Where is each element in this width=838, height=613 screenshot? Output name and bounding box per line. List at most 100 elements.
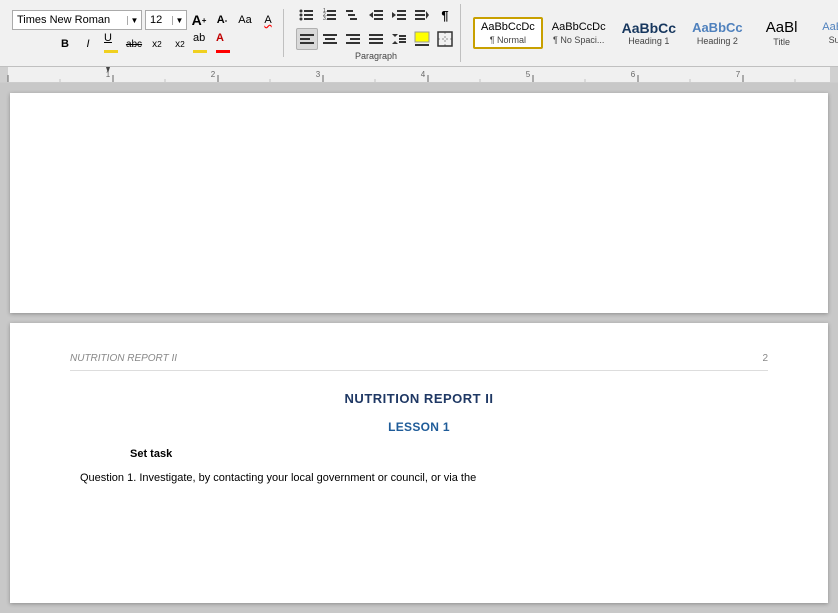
clear-format-label: A (264, 14, 271, 26)
style-subtitle-label: Subtitle (829, 35, 838, 45)
grow-font-label: A (192, 12, 202, 28)
underline-button[interactable]: U (100, 33, 122, 55)
style-nospace[interactable]: AaBbCcDc ¶ No Spaci... (545, 18, 613, 47)
clear-formatting-button[interactable]: A (257, 9, 279, 31)
highlight-button[interactable]: ab (192, 33, 214, 55)
shading-icon (414, 31, 430, 47)
justify-button[interactable] (365, 28, 387, 50)
svg-text:6: 6 (631, 70, 636, 79)
shading-button[interactable] (411, 28, 433, 50)
highlight-icon: ab (193, 32, 213, 56)
style-h2-label: Heading 2 (697, 36, 738, 46)
multilevel-icon (345, 7, 361, 23)
page-number: 2 (762, 353, 768, 364)
font-name-display: Times New Roman (13, 14, 127, 26)
sort-icon (414, 7, 430, 23)
body-text[interactable]: Question 1. Investigate, by contacting y… (80, 470, 758, 487)
svg-text:7: 7 (736, 70, 741, 79)
paragraph-row2 (296, 28, 456, 50)
style-nospace-label: ¶ No Spaci... (553, 35, 604, 45)
font-size-arrow: ▼ (172, 16, 186, 25)
svg-text:4: 4 (421, 70, 426, 79)
style-normal-preview: AaBbCcDc (481, 21, 535, 34)
document-title: NUTRITION REPORT II (70, 391, 768, 406)
increase-indent-icon (391, 7, 407, 23)
font-color-bar (216, 50, 230, 53)
paragraph-row1: 1. 2. 3. (296, 4, 456, 26)
multilevel-list-button[interactable] (342, 4, 364, 26)
style-heading2[interactable]: AaBbCc Heading 2 (685, 17, 750, 49)
paragraph-group-label: Paragraph (355, 50, 397, 62)
increase-indent-button[interactable] (388, 4, 410, 26)
font-controls-row: Times New Roman ▼ 12 ▼ A + A - (12, 9, 279, 31)
line-spacing-icon (391, 31, 407, 47)
page-1 (10, 93, 828, 313)
line-spacing-button[interactable] (388, 28, 410, 50)
change-case-label: Aa (238, 14, 251, 26)
font-name-arrow: ▼ (127, 16, 141, 25)
numbering-button[interactable]: 1. 2. 3. (319, 4, 341, 26)
border-icon (437, 31, 453, 47)
change-case-button[interactable]: Aa (234, 9, 256, 31)
font-color-button[interactable]: A (215, 33, 237, 55)
show-formatting-button[interactable]: ¶ (434, 4, 456, 26)
strikethrough-button[interactable]: abc (123, 33, 145, 55)
subscript-button[interactable]: x2 (146, 33, 168, 55)
shrink-indicator: - (225, 16, 228, 25)
style-title[interactable]: AaBl Title (752, 16, 812, 50)
font-color-icon: A (216, 32, 236, 56)
sort-button[interactable] (411, 4, 433, 26)
bullets-icon (299, 7, 315, 23)
style-subtitle[interactable]: AaBbCcl Subtitle (814, 18, 838, 47)
page-header-title: NUTRITION REPORT II (70, 353, 177, 364)
font-name-combo[interactable]: Times New Roman ▼ (12, 10, 142, 30)
style-h2-preview: AaBbCc (692, 20, 743, 36)
shrink-font-label: A (217, 14, 225, 26)
italic-button[interactable]: I (77, 33, 99, 55)
grow-font-button[interactable]: A + (188, 9, 210, 31)
document-area: NUTRITION REPORT II 2 NUTRITION REPORT I… (0, 83, 838, 613)
font-size-combo[interactable]: 12 ▼ (145, 10, 187, 30)
highlight-color-bar (193, 50, 207, 53)
toolbar: Times New Roman ▼ 12 ▼ A + A - (0, 0, 838, 67)
lesson-title: LESSON 1 (70, 420, 768, 434)
font-format-row: B I U abc x2 x2 ab (54, 33, 237, 55)
align-right-button[interactable] (342, 28, 364, 50)
ruler-markings: 1 2 3 4 5 6 7 (0, 67, 838, 83)
bullets-button[interactable] (296, 4, 318, 26)
set-task-label: Set task (130, 448, 768, 460)
grow-indicator: + (202, 16, 207, 25)
shrink-font-button[interactable]: A - (211, 9, 233, 31)
bold-button[interactable]: B (54, 33, 76, 55)
toolbar-row1: Times New Roman ▼ 12 ▼ A + A - (4, 2, 834, 64)
svg-text:5: 5 (526, 70, 531, 79)
border-button[interactable] (434, 28, 456, 50)
align-left-icon (299, 31, 315, 47)
superscript-button[interactable]: x2 (169, 33, 191, 55)
ruler: 1 2 3 4 5 6 7 (0, 67, 838, 83)
numbering-icon: 1. 2. 3. (322, 7, 338, 23)
decrease-indent-button[interactable] (365, 4, 387, 26)
style-normal-label: ¶ Normal (490, 35, 526, 45)
style-normal[interactable]: AaBbCcDc ¶ Normal (473, 17, 543, 48)
decrease-indent-icon (368, 7, 384, 23)
page-2[interactable]: NUTRITION REPORT II 2 NUTRITION REPORT I… (10, 323, 828, 603)
style-h1-label: Heading 1 (628, 36, 669, 46)
align-center-icon (322, 31, 338, 47)
style-title-label: Title (773, 37, 790, 47)
style-subtitle-preview: AaBbCcl (822, 21, 838, 34)
justify-icon (368, 31, 384, 47)
align-left-button[interactable] (296, 28, 318, 50)
style-title-preview: AaBl (766, 19, 798, 37)
align-center-button[interactable] (319, 28, 341, 50)
styles-section: AaBbCcDc ¶ Normal AaBbCcDc ¶ No Spaci...… (469, 16, 838, 50)
underline-color-bar (104, 50, 118, 53)
underline-icon: U (104, 32, 118, 56)
font-section: Times New Roman ▼ 12 ▼ A + A - (8, 9, 284, 57)
style-heading1[interactable]: AaBbCc Heading 1 (615, 17, 683, 50)
svg-text:3.: 3. (323, 16, 327, 22)
style-nospace-preview: AaBbCcDc (552, 21, 606, 34)
paragraph-section: 1. 2. 3. (292, 4, 461, 62)
svg-text:2: 2 (211, 70, 216, 79)
page-header: NUTRITION REPORT II 2 (70, 353, 768, 371)
